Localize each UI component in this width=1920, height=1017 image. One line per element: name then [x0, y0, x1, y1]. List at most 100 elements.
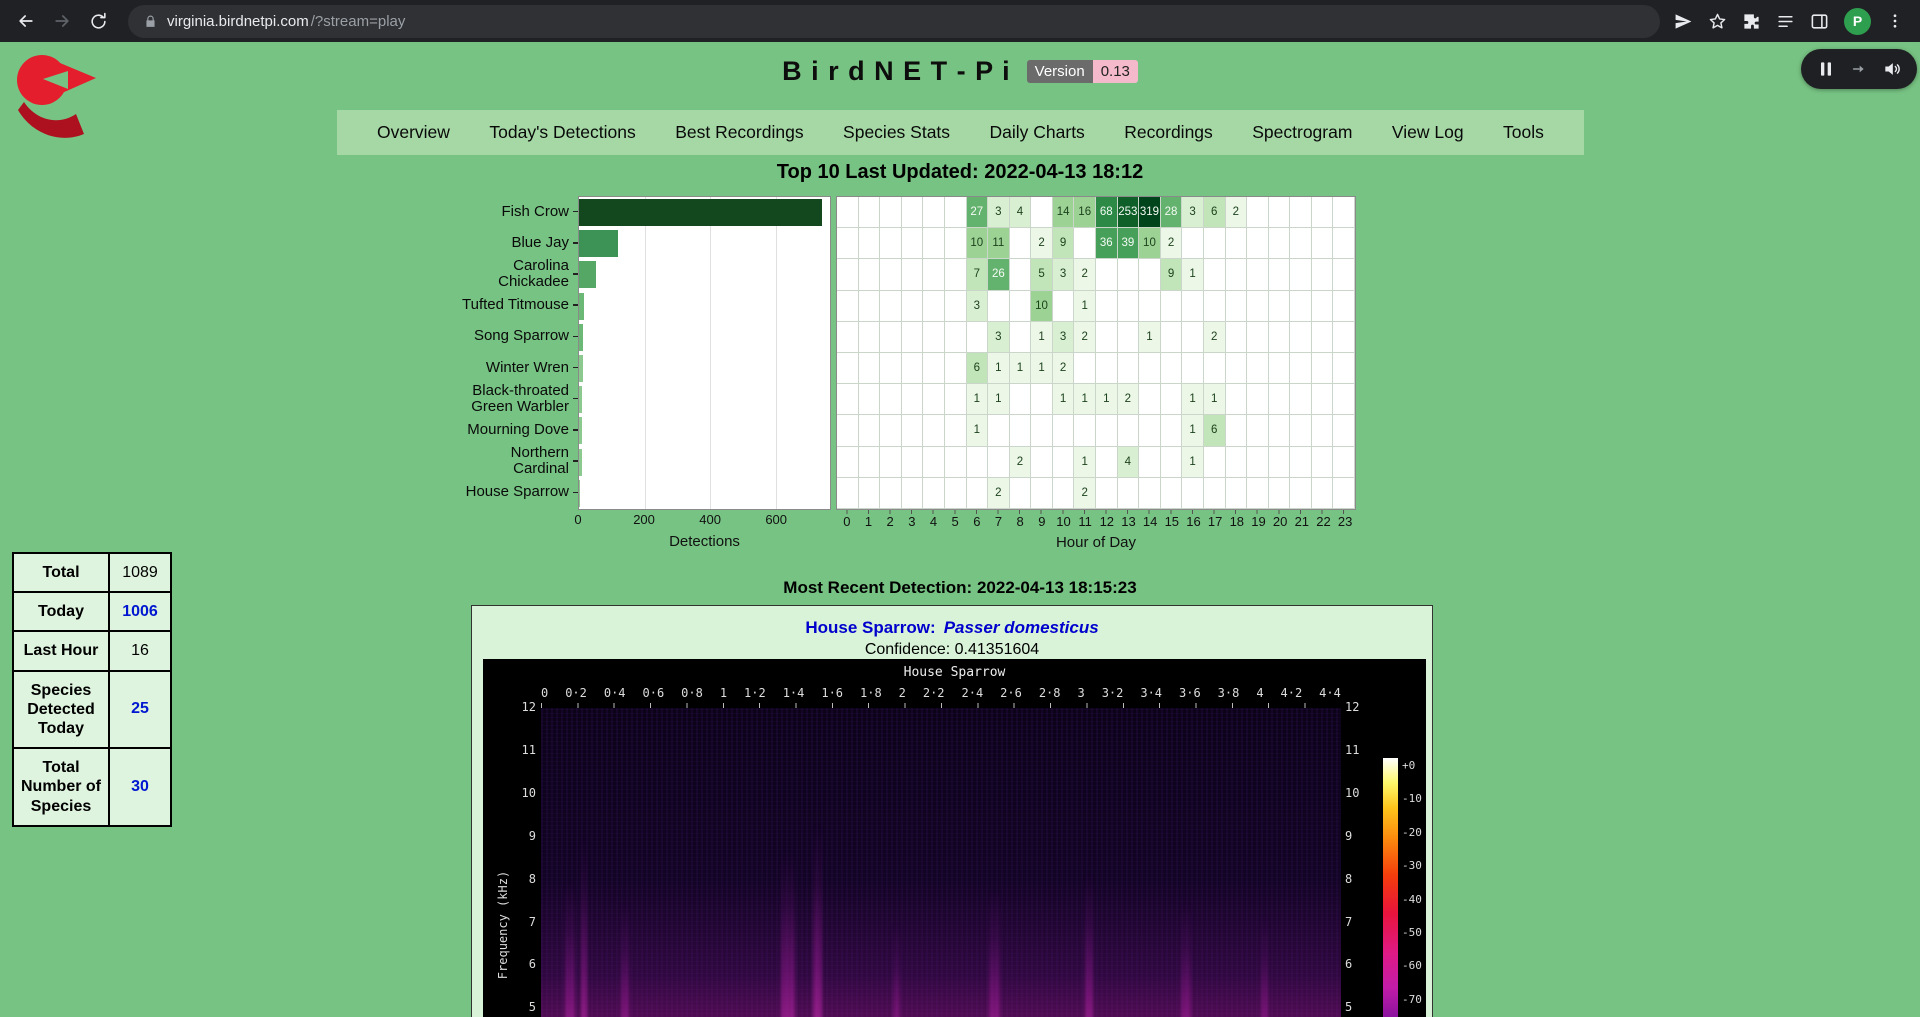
- heatmap-cell: 2: [988, 478, 1010, 509]
- heatmap-cell: [945, 353, 967, 384]
- heatmap-cell: [923, 447, 945, 478]
- heatmap-cell: [1290, 384, 1312, 415]
- hour-tick-label: 15: [1161, 514, 1183, 531]
- pause-icon[interactable]: [1816, 59, 1836, 79]
- heatmap-cell: [1139, 353, 1161, 384]
- heatmap-cell: [859, 322, 881, 353]
- heatmap-cell: 10: [967, 228, 989, 259]
- heatmap-cell: [1290, 353, 1312, 384]
- nav-item-species-stats[interactable]: Species Stats: [843, 122, 950, 143]
- species-label: Carolina Chickadee: [408, 258, 578, 289]
- hour-tick-label: 5: [944, 514, 966, 531]
- heatmap-cell: 39: [1118, 228, 1140, 259]
- detections-bar: [579, 199, 822, 226]
- heatmap-cell: 1: [1182, 447, 1204, 478]
- reload-button[interactable]: [82, 5, 114, 37]
- species-label: House Sparrow: [408, 477, 578, 508]
- spectrogram-colorbar: [1383, 758, 1398, 1017]
- heatmap-cell: 14: [1053, 197, 1075, 228]
- seek-forward-icon[interactable]: [1851, 61, 1867, 77]
- heatmap-cell: [1312, 197, 1334, 228]
- profile-avatar[interactable]: P: [1844, 8, 1871, 35]
- side-panel-icon[interactable]: [1810, 12, 1829, 31]
- heatmap-cell: [1074, 353, 1096, 384]
- nav-item-best-recordings[interactable]: Best Recordings: [675, 122, 803, 143]
- heatmap-cell: 36: [1096, 228, 1118, 259]
- heatmap-cell: [1333, 197, 1355, 228]
- hour-tick-label: 17: [1204, 514, 1226, 531]
- detections-bar: [579, 324, 583, 351]
- heatmap-cell: [859, 259, 881, 290]
- nav-item-overview[interactable]: Overview: [377, 122, 450, 143]
- heatmap-cell: [988, 415, 1010, 446]
- spectrogram-x-tick: 1·6: [821, 686, 843, 700]
- heatmap-cell: [1139, 291, 1161, 322]
- heatmap-cell: [1139, 384, 1161, 415]
- heatmap-cell: [988, 447, 1010, 478]
- back-button[interactable]: [10, 5, 42, 37]
- stat-value-link[interactable]: 25: [109, 671, 171, 749]
- heatmap-cell: 10: [1031, 291, 1053, 322]
- send-icon[interactable]: [1674, 12, 1693, 31]
- stat-value-link[interactable]: 30: [109, 748, 171, 826]
- heatmap-cell: [1074, 228, 1096, 259]
- heatmap-cell: [1031, 447, 1053, 478]
- nav-item-today-s-detections[interactable]: Today's Detections: [489, 122, 635, 143]
- heatmap-cell: [1118, 353, 1140, 384]
- heatmap-cell: 1: [1031, 353, 1053, 384]
- url-domain: virginia.birdnetpi.com: [167, 13, 309, 30]
- heatmap-cell: [880, 384, 902, 415]
- heatmap-cell: [902, 478, 924, 509]
- extensions-icon[interactable]: [1742, 12, 1761, 31]
- reading-list-icon[interactable]: [1776, 12, 1795, 31]
- heatmap-cell: [1096, 291, 1118, 322]
- heatmap-cell: [1139, 447, 1161, 478]
- heatmap-cell: [1290, 197, 1312, 228]
- spectrogram-x-tick: 4·4: [1319, 686, 1341, 700]
- stat-value-link[interactable]: 1006: [109, 592, 171, 631]
- menu-icon[interactable]: [1886, 12, 1904, 30]
- heatmap-cell: [1096, 259, 1118, 290]
- heatmap-cell: 6: [1204, 197, 1226, 228]
- heatmap-cell: [1333, 322, 1355, 353]
- heatmap-cell: [837, 291, 859, 322]
- heatmap-cell: [1204, 447, 1226, 478]
- heatmap-cell: [1290, 322, 1312, 353]
- heatmap-cell: [837, 228, 859, 259]
- hour-tick-label: 14: [1139, 514, 1161, 531]
- spectrogram-x-tick: 3: [1077, 686, 1084, 700]
- nav-item-view-log[interactable]: View Log: [1392, 122, 1464, 143]
- hour-axis-ticks: 01234567891011121314151617181920212223: [836, 514, 1356, 531]
- heatmap-cell: [1182, 228, 1204, 259]
- nav-item-daily-charts[interactable]: Daily Charts: [990, 122, 1085, 143]
- heatmap-cell: 4: [1010, 197, 1032, 228]
- nav-item-spectrogram[interactable]: Spectrogram: [1252, 122, 1352, 143]
- heatmap-cell: [880, 291, 902, 322]
- spectrogram-x-tick: 3·6: [1179, 686, 1201, 700]
- heatmap-cell: 11: [988, 228, 1010, 259]
- heatmap-cell: [923, 291, 945, 322]
- heatmap-cell: 2: [1204, 322, 1226, 353]
- volume-icon[interactable]: [1882, 59, 1902, 79]
- forward-button[interactable]: [46, 5, 78, 37]
- heatmap-cell: 6: [1204, 415, 1226, 446]
- spectrogram-x-tick: 4: [1256, 686, 1263, 700]
- spectrogram-y-tick: 9: [503, 829, 536, 843]
- heatmap-cell: 1: [1204, 384, 1226, 415]
- heatmap-cell: [1053, 478, 1075, 509]
- url-bar[interactable]: virginia.birdnetpi.com/?stream=play: [128, 5, 1660, 38]
- bookmark-star-icon[interactable]: [1708, 12, 1727, 31]
- heatmap-cell: [945, 447, 967, 478]
- heatmap-cell: [1226, 353, 1248, 384]
- spectrogram-y-tick: 8: [1345, 872, 1375, 886]
- heatmap-cell: [1204, 259, 1226, 290]
- url-path: /?stream=play: [311, 13, 406, 30]
- hour-tick-label: 4: [923, 514, 945, 531]
- hour-tick-label: 16: [1183, 514, 1205, 531]
- nav-item-tools[interactable]: Tools: [1503, 122, 1544, 143]
- heatmap-cell: [1031, 478, 1053, 509]
- heatmap-cell: [1247, 353, 1269, 384]
- heatmap-cell: [1096, 447, 1118, 478]
- nav-item-recordings[interactable]: Recordings: [1124, 122, 1213, 143]
- heatmap-cell: [923, 259, 945, 290]
